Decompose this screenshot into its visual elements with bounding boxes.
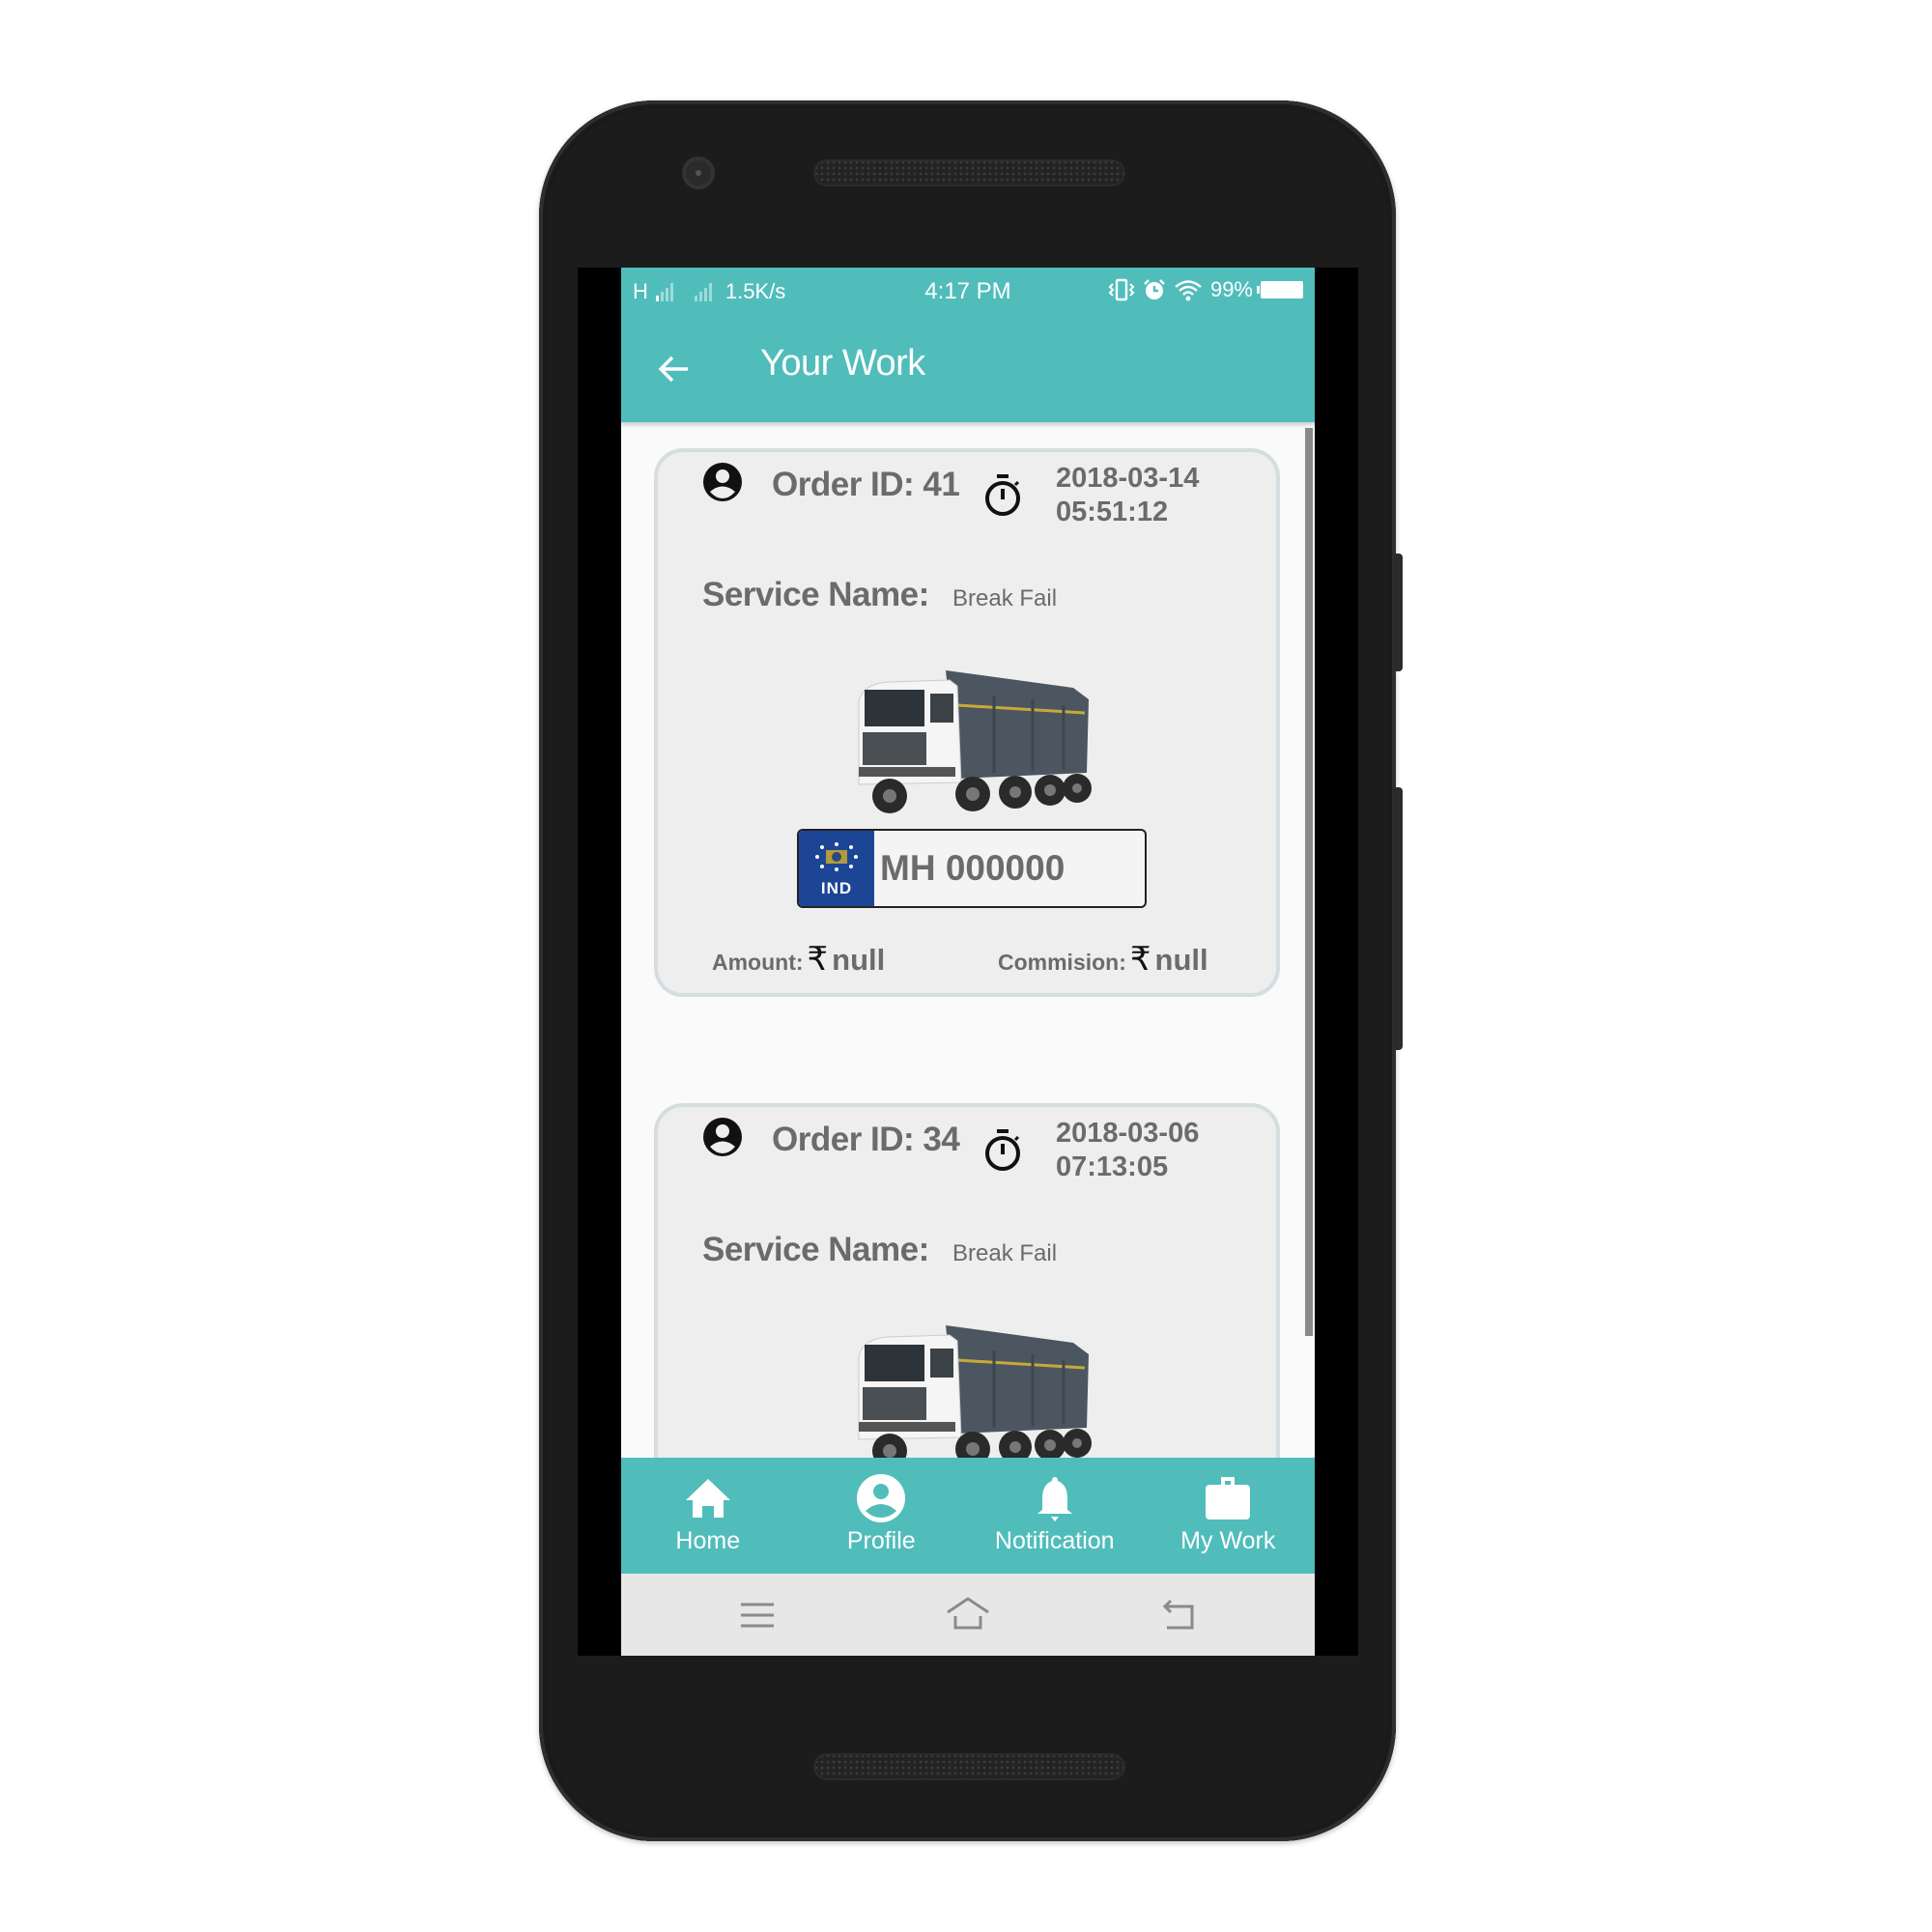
alarm-icon bbox=[1144, 279, 1165, 299]
nav-label: Home bbox=[675, 1527, 741, 1554]
account-circle-icon bbox=[703, 1118, 742, 1156]
stopwatch-icon bbox=[985, 474, 1020, 516]
order-datetime: 2018-03-06 07:13:05 bbox=[1056, 1117, 1199, 1184]
service-name-label: Service Name: bbox=[702, 1231, 929, 1268]
dump-truck-image bbox=[858, 670, 1092, 813]
commission-row: Commision: ₹ null bbox=[998, 940, 1208, 979]
nav-profile[interactable]: Profile bbox=[795, 1458, 969, 1574]
service-name-value: Break Fail bbox=[952, 585, 1058, 611]
nav-home[interactable]: Home bbox=[621, 1458, 795, 1574]
bottom-navigation: Home Profile Notification My Work bbox=[621, 1458, 1315, 1574]
wifi-icon bbox=[1175, 280, 1202, 301]
order-date: 2018-03-06 bbox=[1056, 1118, 1200, 1149]
front-camera bbox=[682, 156, 715, 189]
license-plate: IND MH 000000 bbox=[797, 829, 1147, 908]
status-right: 99% bbox=[1108, 277, 1303, 302]
order-time: 05:51:12 bbox=[1056, 497, 1169, 527]
commission-label: Commision: bbox=[998, 950, 1126, 975]
amount-label: Amount: bbox=[712, 950, 804, 975]
nav-label: Notification bbox=[994, 1527, 1115, 1554]
order-card[interactable]: Order ID: 41 2018-03-14 05:51:12 Service… bbox=[654, 448, 1280, 997]
order-time: 07:13:05 bbox=[1056, 1151, 1169, 1182]
arrow-left-icon bbox=[658, 355, 688, 383]
nav-notification[interactable]: Notification bbox=[968, 1458, 1142, 1574]
home-outline-icon[interactable] bbox=[946, 1593, 990, 1637]
dump-truck-image bbox=[858, 1325, 1092, 1468]
service-name-value: Break Fail bbox=[952, 1240, 1058, 1266]
stopwatch-icon bbox=[985, 1129, 1020, 1171]
amount-value: null bbox=[832, 943, 886, 977]
back-button[interactable] bbox=[650, 345, 698, 393]
back-icon[interactable] bbox=[1157, 1593, 1202, 1637]
home-icon bbox=[685, 1479, 730, 1518]
battery-percent: 99% bbox=[1209, 277, 1253, 301]
rupee-icon: ₹ bbox=[807, 941, 829, 978]
order-date: 2018-03-14 bbox=[1056, 463, 1200, 494]
vibrate-icon bbox=[1108, 278, 1135, 301]
commission-value: null bbox=[1154, 943, 1208, 977]
order-id: Order ID: 41 bbox=[772, 466, 960, 503]
status-bar: H 1.5K/s 4:17 PM 99% bbox=[621, 268, 1315, 316]
nav-label: My Work bbox=[1180, 1527, 1276, 1554]
briefcase-icon bbox=[1206, 1477, 1251, 1520]
power-button bbox=[1393, 554, 1403, 671]
scrollbar[interactable] bbox=[1305, 428, 1313, 1336]
bell-icon bbox=[1037, 1477, 1072, 1521]
menu-icon[interactable] bbox=[735, 1593, 780, 1637]
account-circle-icon bbox=[703, 463, 742, 501]
order-id: Order ID: 34 bbox=[772, 1121, 960, 1158]
battery-icon bbox=[1257, 281, 1303, 298]
plate-country: IND bbox=[820, 879, 853, 897]
plate-number: MH 000000 bbox=[880, 848, 1065, 888]
stars-emblem-icon bbox=[815, 842, 858, 871]
service-name-label: Service Name: bbox=[702, 576, 929, 613]
bottom-speaker bbox=[813, 1753, 1125, 1780]
rupee-icon: ₹ bbox=[1129, 941, 1151, 978]
order-datetime: 2018-03-14 05:51:12 bbox=[1056, 462, 1199, 529]
nav-my-work[interactable]: My Work bbox=[1142, 1458, 1316, 1574]
app-bar: Your Work bbox=[621, 316, 1315, 422]
volume-button bbox=[1393, 787, 1403, 1050]
page-title: Your Work bbox=[760, 343, 925, 384]
earpiece-speaker bbox=[813, 159, 1125, 186]
screen: H 1.5K/s 4:17 PM 99% Your Work Order ID:… bbox=[621, 268, 1315, 1656]
system-navigation-bar bbox=[621, 1574, 1315, 1656]
nav-label: Profile bbox=[846, 1527, 916, 1554]
plate-country-badge: IND bbox=[799, 831, 874, 906]
profile-icon bbox=[857, 1474, 906, 1522]
amount-row: Amount: ₹ null bbox=[712, 940, 885, 979]
